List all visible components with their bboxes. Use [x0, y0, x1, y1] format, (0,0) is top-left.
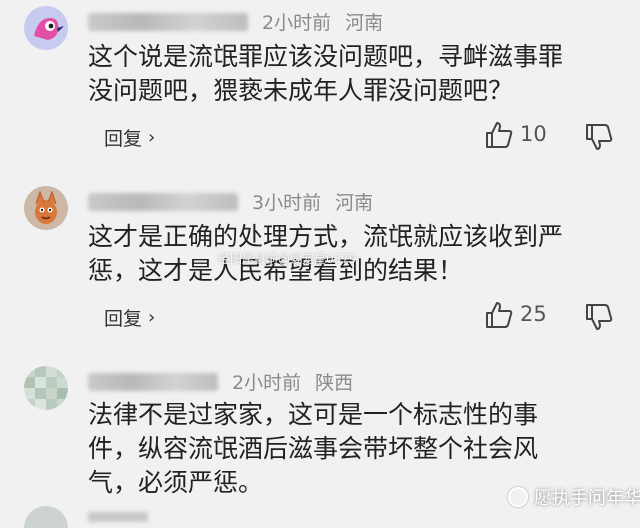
comment-location: 河南 [345, 12, 384, 34]
username-blurred[interactable] [88, 12, 248, 31]
watermark-corner: 愿执手问年华 [508, 484, 640, 510]
comment-text-line: 这才是正确的处理方式，流氓就应该收到严 [88, 222, 564, 251]
comment-time: 2小时前 [232, 372, 302, 394]
watermark-logo-icon [508, 487, 528, 507]
avatar-cartoon[interactable] [24, 186, 68, 230]
like-count: 10 [520, 122, 547, 146]
comment-time: 2小时前 [262, 12, 332, 34]
chevron-right-icon: › [148, 127, 156, 148]
watermark-corner-text: 愿执手问年华 [534, 488, 640, 509]
username-blurred[interactable] [88, 372, 218, 391]
reply-button[interactable]: 回复 › [104, 304, 155, 331]
thumbs-down-icon[interactable] [584, 302, 614, 332]
next-comment-username-blurred [88, 512, 148, 522]
avatar-pink-bird[interactable] [24, 6, 68, 50]
comment-text-line: 没问题吧，猥亵未成年人罪没问题吧？ [88, 76, 514, 105]
comment-actions: 回复 › 10 [0, 118, 640, 154]
reply-button[interactable]: 回复 › [104, 124, 155, 151]
thumbs-down-icon[interactable] [584, 122, 614, 152]
pink-bird-avatar-icon [24, 6, 68, 50]
thumbs-up-icon[interactable] [484, 120, 514, 150]
comment-time: 3小时前 [252, 192, 322, 214]
comment-actions: 回复 › 25 [0, 298, 640, 334]
thumbs-up-icon[interactable] [484, 300, 514, 330]
mosaic-avatar-icon [24, 366, 68, 410]
comment-text-line: 件，纵容流氓酒后滋事会带坏整个社会风 [88, 434, 539, 463]
cartoon-avatar-icon [24, 186, 68, 230]
comment-text-line: 法律不是过家家，这可是一个标志性的事 [88, 400, 539, 429]
avatar-mosaic[interactable] [24, 366, 68, 410]
reply-label: 回复 [104, 128, 143, 150]
reply-label: 回复 [104, 308, 143, 330]
chevron-right-icon: › [148, 307, 156, 328]
comment-location: 河南 [335, 192, 374, 214]
comment-meta: 3小时前 河南 [88, 188, 373, 215]
username-blurred[interactable] [88, 192, 238, 211]
comment-text-line: 这个说是流氓罪应该没问题吧，寻衅滋事罪 [88, 42, 564, 71]
watermark-center: 经阳尾县前@爱宠星0379 [218, 252, 357, 266]
next-comment-avatar[interactable] [24, 506, 68, 528]
comment-location: 陕西 [315, 372, 354, 394]
comment-meta: 2小时前 河南 [88, 8, 383, 35]
like-count: 25 [520, 302, 547, 326]
comment-text: 这个说是流氓罪应该没问题吧，寻衅滋事罪 没问题吧，猥亵未成年人罪没问题吧？ [88, 40, 608, 108]
comment-meta: 2小时前 陕西 [88, 368, 353, 395]
